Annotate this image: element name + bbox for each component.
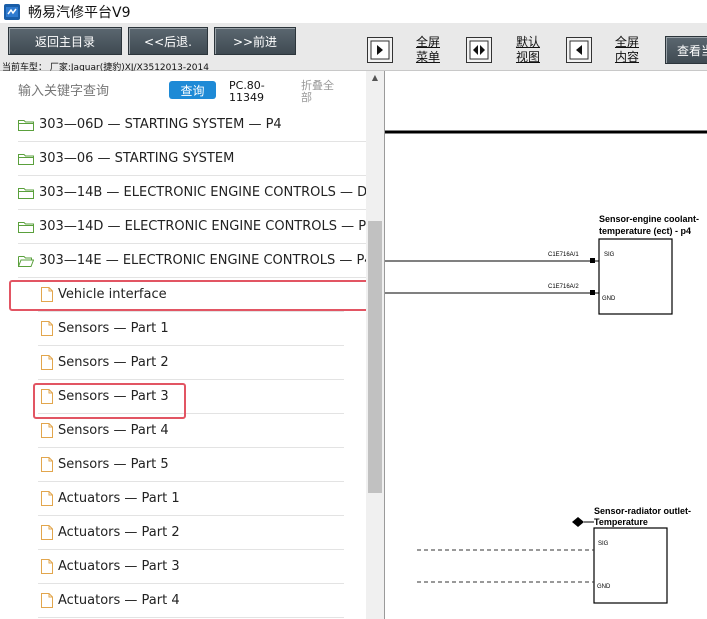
tree-folder[interactable]: 303—14B — ELECTRONIC ENGINE CONTROLS — D… — [18, 176, 366, 210]
search-input[interactable] — [18, 81, 163, 101]
tree-document[interactable]: Sensors — Part 4 — [38, 414, 344, 448]
home-button[interactable]: 返回主目录 — [8, 27, 122, 55]
tree-document-label: Sensors — Part 1 — [58, 321, 169, 336]
wire1-label: C1E716A/1 — [548, 252, 579, 258]
wire2-label: C1E716A/2 — [548, 284, 579, 290]
tree-document-label: Sensors — Part 4 — [58, 423, 169, 438]
sensor2-title: Sensor-radiator outlet- — [594, 506, 691, 516]
split-view-icon — [469, 40, 489, 60]
default-view-label[interactable]: 默认 视图 — [513, 35, 543, 65]
folder-icon — [18, 153, 34, 165]
open-folder-icon — [18, 255, 34, 267]
tree-document[interactable]: Actuators — Part 2 — [38, 516, 344, 550]
tree-document-label: Actuators — Part 2 — [58, 525, 180, 540]
tree-document[interactable]: Actuators — Part 1 — [38, 482, 344, 516]
app-logo-icon — [4, 3, 20, 20]
sensor2-pin-gnd: GND — [597, 584, 611, 590]
document-icon — [41, 287, 53, 302]
title-bar: 畅易汽修平台V9 — [0, 0, 707, 23]
tree-document[interactable]: Sensors — Part 1 — [38, 312, 344, 346]
full-content-button[interactable] — [566, 37, 592, 63]
diamond-marker-icon — [572, 517, 584, 527]
tree-folder-label: 303—06D — STARTING SYSTEM — P4 — [39, 117, 282, 132]
tree-document-label: Sensors — Part 3 — [58, 389, 169, 404]
tree-document-label: Actuators — Part 4 — [58, 593, 180, 608]
tree-document[interactable]: Actuators — Part 4 — [38, 584, 344, 618]
document-icon — [41, 389, 53, 404]
tree-folder[interactable]: 303—14D — ELECTRONIC ENGINE CONTROLS — P… — [18, 210, 366, 244]
search-bar: 查询 PC.80- 11349 折叠全 部 — [0, 71, 366, 111]
toolbar: 返回主目录 <<后退. >>前进 当前车型： 厂家:Jaguar(捷豹)XJ/X… — [0, 23, 707, 73]
tree-document-label: Actuators — Part 3 — [58, 559, 180, 574]
scroll-up-icon[interactable]: ▲ — [366, 73, 384, 85]
tree-folder-label: 303—06 — STARTING SYSTEM — [39, 151, 235, 166]
tree-folder[interactable]: 303—06 — STARTING SYSTEM — [18, 142, 366, 176]
folder-icon — [18, 119, 34, 131]
diagram-pane: Sensor-engine coolant- temperature (ect)… — [385, 71, 707, 619]
tree-document-selected[interactable]: Sensors — Part 3 — [38, 380, 344, 414]
document-icon — [41, 321, 53, 336]
document-icon — [41, 525, 53, 540]
sensor2-pin-sig: SIG — [598, 541, 609, 547]
document-icon — [41, 559, 53, 574]
sensor1-pin-gnd: GND — [602, 296, 616, 302]
tree-document-label: Vehicle interface — [58, 287, 167, 302]
tree-document-label: Actuators — Part 1 — [58, 491, 180, 506]
tree-document[interactable]: Sensors — Part 5 — [38, 448, 344, 482]
collapse-all-link[interactable]: 折叠全 部 — [301, 80, 347, 104]
tree-folder-open[interactable]: 303—14E — ELECTRONIC ENGINE CONTROLS — P… — [18, 244, 366, 278]
tree-folder-label: 303—14E — ELECTRONIC ENGINE CONTROLS — P… — [39, 253, 366, 268]
tree-folder[interactable]: 303—06D — STARTING SYSTEM — P4 — [18, 108, 366, 142]
tree-scrollbar[interactable]: ▲ — [366, 71, 384, 619]
tree-document-label: Sensors — Part 5 — [58, 457, 169, 472]
folder-icon — [18, 187, 34, 199]
sensor1-title: temperature (ect) - p4 — [599, 226, 691, 236]
app-window: 畅易汽修平台V9 返回主目录 <<后退. >>前进 当前车型： 厂家:Jagua… — [0, 0, 707, 619]
document-icon — [41, 355, 53, 370]
view-current-button[interactable]: 查看当 — [665, 36, 707, 64]
sensor2-box — [593, 527, 668, 604]
forward-button[interactable]: >>前进 — [214, 27, 296, 55]
pc-code-label: PC.80- 11349 — [229, 79, 265, 104]
tree-document[interactable]: Actuators — Part 3 — [38, 550, 344, 584]
tree-document[interactable]: Vehicle interface — [38, 278, 344, 312]
sensor1-box — [598, 238, 673, 315]
expand-right-icon — [370, 40, 390, 60]
full-content-label[interactable]: 全屏 内容 — [612, 35, 642, 65]
wiring-diagram: Sensor-engine coolant- temperature (ect)… — [385, 130, 707, 604]
tree-document-label: Sensors — Part 2 — [58, 355, 169, 370]
document-icon — [41, 423, 53, 438]
sensor1-pin-sig: SIG — [604, 252, 615, 258]
document-icon — [41, 593, 53, 608]
folder-icon — [18, 221, 34, 233]
connector-pin — [590, 258, 595, 263]
tree-document[interactable]: Sensors — Part 2 — [38, 346, 344, 380]
expand-left-icon — [569, 40, 589, 60]
sensor1-title: Sensor-engine coolant- — [599, 214, 699, 224]
scroll-thumb[interactable] — [368, 221, 382, 493]
full-menu-label[interactable]: 全屏 菜单 — [413, 35, 443, 65]
default-view-button[interactable] — [466, 37, 492, 63]
catalog-pane: 查询 PC.80- 11349 折叠全 部 303—06D — STARTING… — [0, 71, 385, 619]
document-icon — [41, 491, 53, 506]
connector-pin — [590, 290, 595, 295]
window-title: 畅易汽修平台V9 — [28, 4, 131, 21]
full-menu-button[interactable] — [367, 37, 393, 63]
search-button[interactable]: 查询 — [169, 81, 216, 99]
back-button[interactable]: <<后退. — [128, 27, 208, 55]
tree-folder-label: 303—14D — ELECTRONIC ENGINE CONTROLS — P… — [39, 219, 366, 234]
tree-folder-label: 303—14B — ELECTRONIC ENGINE CONTROLS — D… — [39, 185, 366, 200]
document-icon — [41, 457, 53, 472]
sensor2-title: Temperature — [594, 517, 648, 527]
